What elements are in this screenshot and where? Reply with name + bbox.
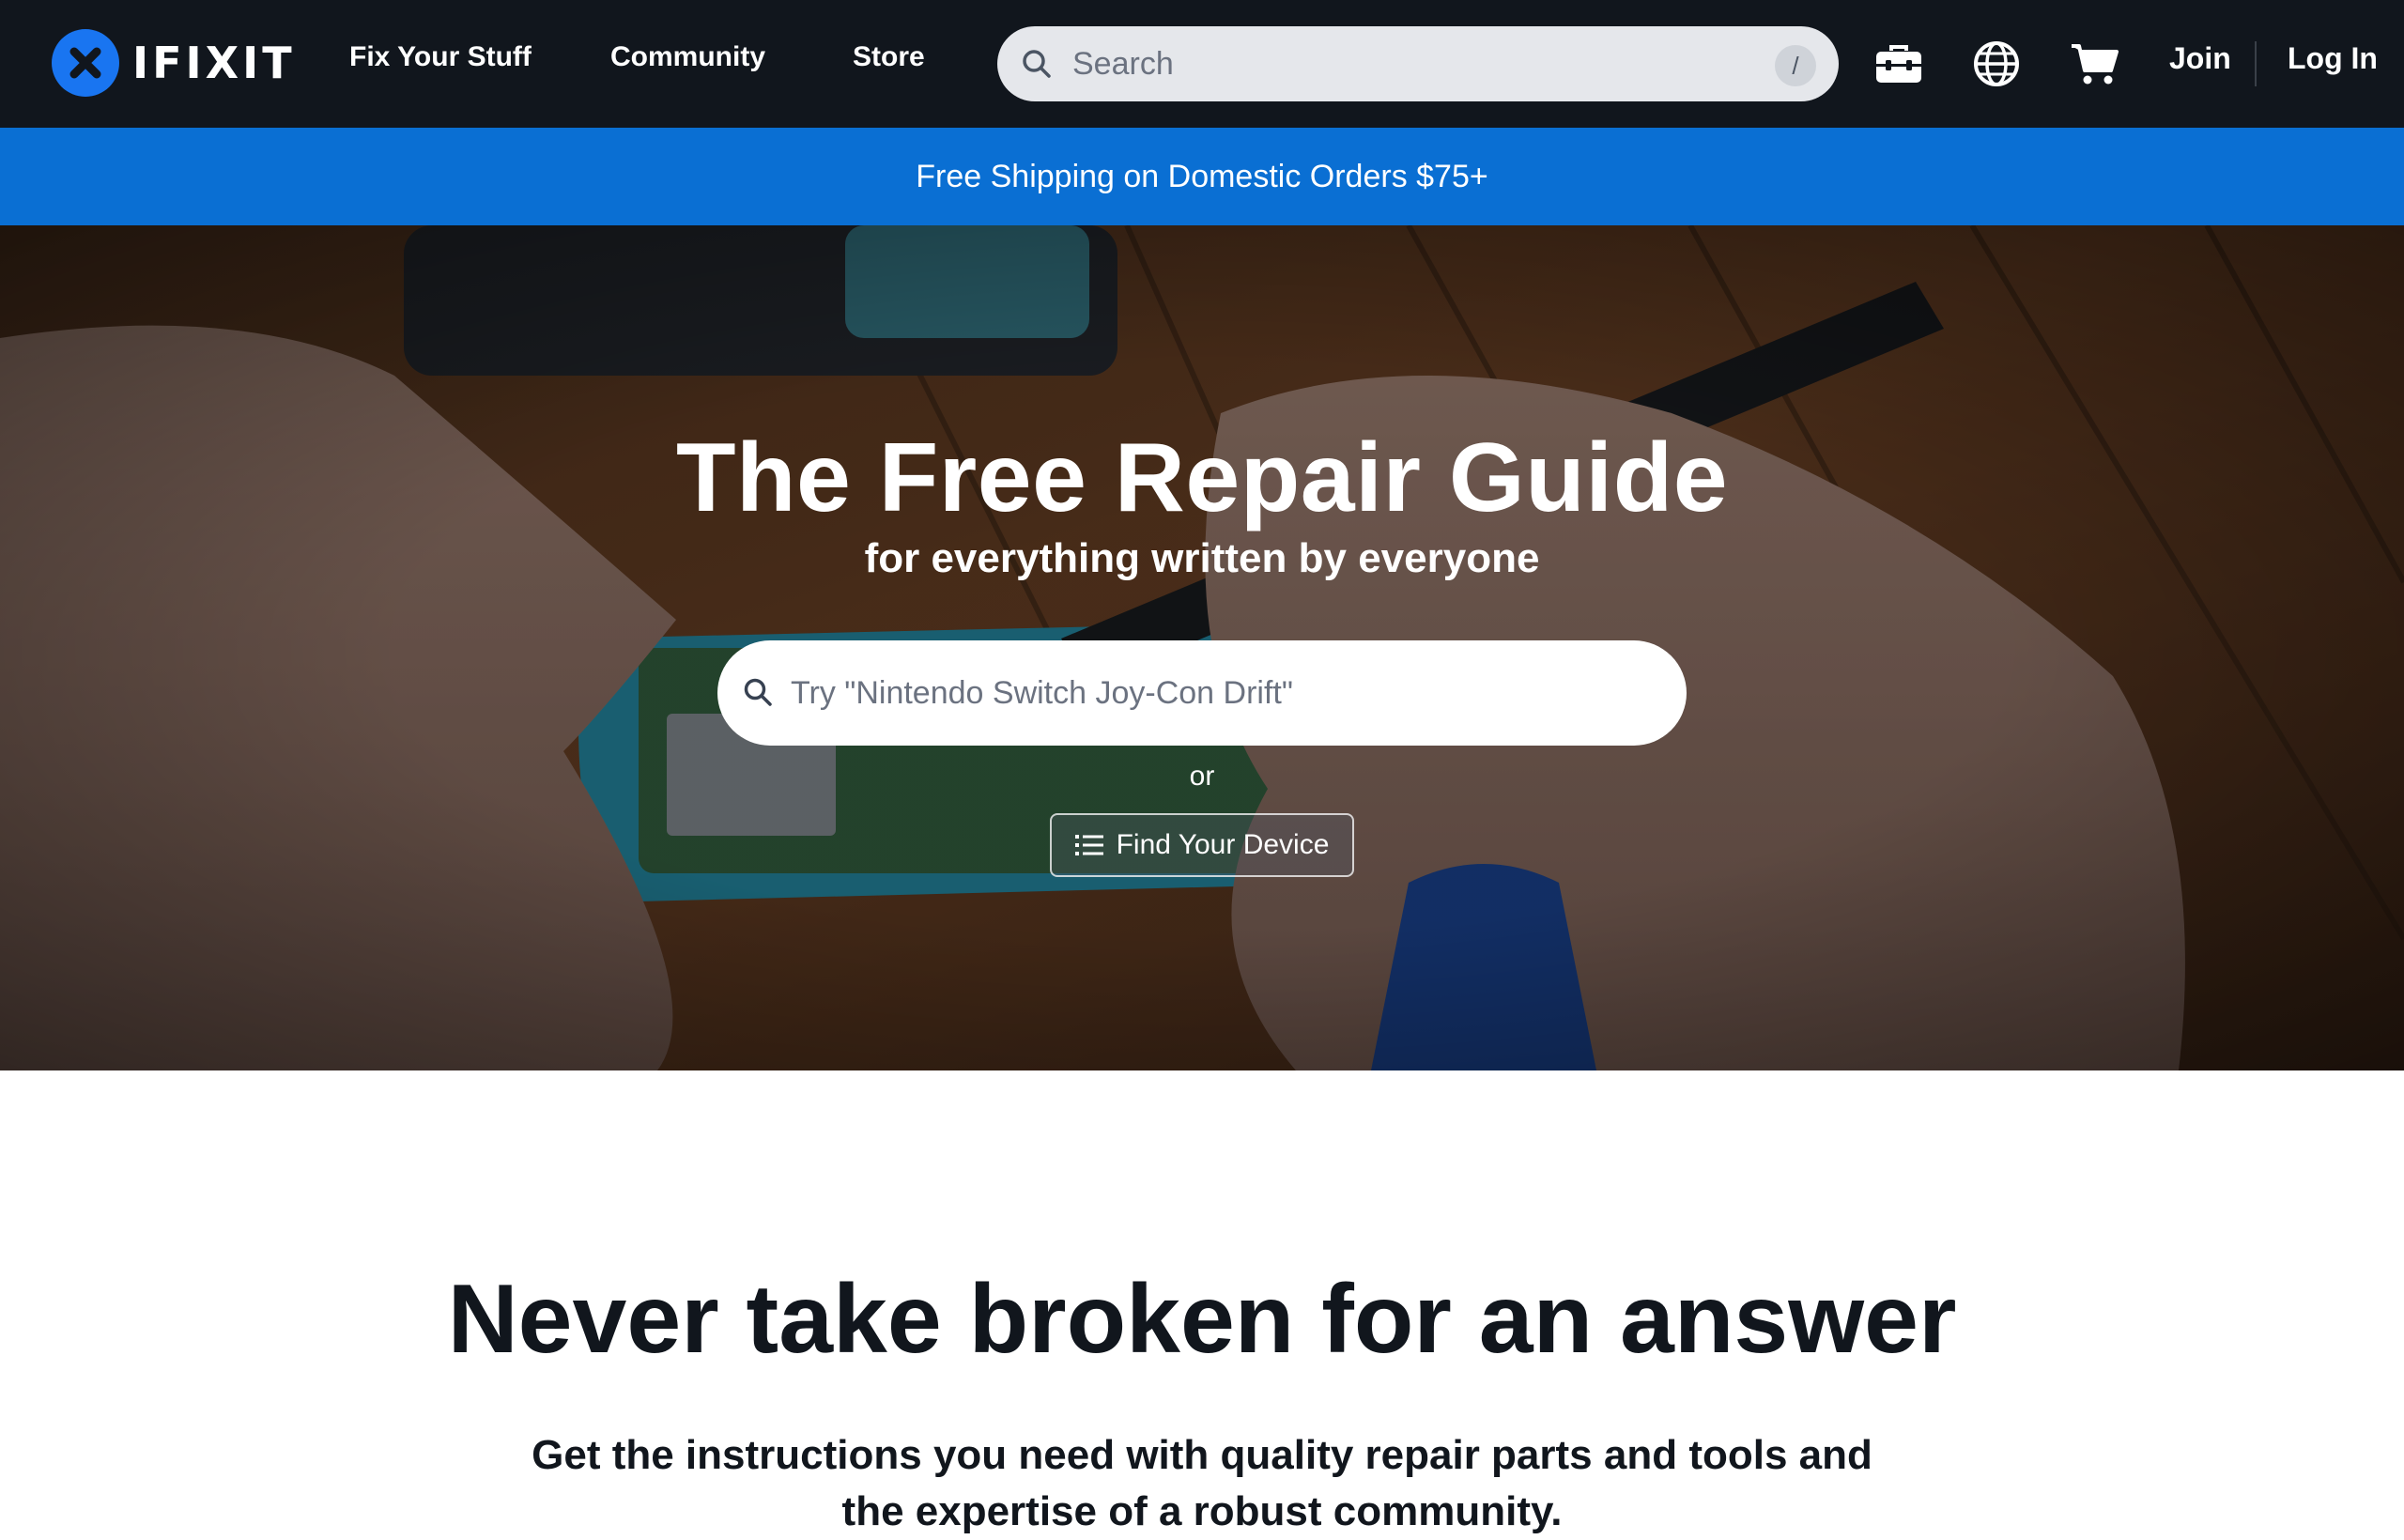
list-icon [1074,835,1103,855]
section-heading: Never take broken for an answer [447,1265,1957,1374]
toolbox-icon[interactable] [1869,34,1929,94]
ifixit-logo[interactable]: IFIXIT [52,29,296,97]
hero-title: The Free Repair Guide [675,424,1729,532]
cart-icon[interactable] [2064,34,2124,94]
hero-search-input[interactable] [791,665,1655,721]
hero-search-bar[interactable] [717,640,1687,746]
join-link[interactable]: Join [2169,41,2231,76]
brand-name: IFIXIT [132,38,296,88]
login-link[interactable]: Log In [2288,41,2378,76]
header-search-bar[interactable]: / [997,26,1839,101]
promo-text: Free Shipping on Domestic Orders $75+ [916,158,1488,194]
nav-community[interactable]: Community [610,41,765,73]
nav-fix-your-stuff[interactable]: Fix Your Stuff [349,41,532,73]
search-icon [744,678,772,706]
section-lede: Get the instructions you need with quali… [532,1432,1872,1534]
promo-banner[interactable]: Free Shipping on Domestic Orders $75+ [0,128,2404,225]
or-separator: or [1189,761,1215,792]
search-shortcut-hint: / [1775,45,1816,86]
header-search-input[interactable] [1072,36,1786,92]
ifixit-logo-icon [52,29,119,97]
globe-icon[interactable] [1966,34,2026,94]
nav-store[interactable]: Store [853,41,925,73]
find-your-device-label: Find Your Device [1116,829,1330,860]
hero-subtitle: for everything written by everyone [864,535,1540,581]
top-navbar: IFIXIT Fix Your Stuff Community Store / [0,0,2404,128]
hero-section: The Free Repair Guide for everything wri… [0,225,2404,1070]
nav-divider [2255,41,2257,86]
find-your-device-button[interactable]: Find Your Device [1050,813,1354,877]
search-icon [1023,50,1051,78]
